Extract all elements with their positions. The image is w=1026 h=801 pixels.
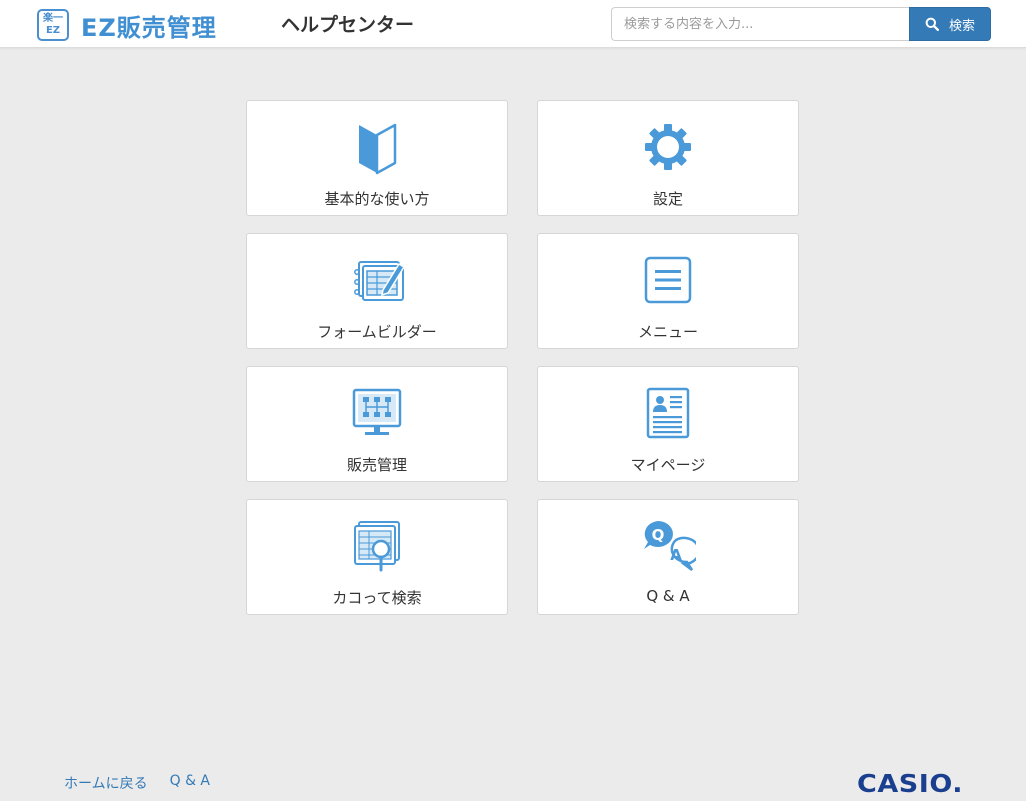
card-label: 設定: [652, 190, 683, 208]
svg-text:Q: Q: [652, 526, 665, 544]
card-label: 基本的な使い方: [324, 190, 430, 208]
search-button[interactable]: 検索: [909, 7, 991, 41]
footer-links: ホームに戻る Q & A: [64, 773, 210, 793]
gear-icon: [640, 119, 696, 175]
page-title: ヘルプセンター: [281, 14, 415, 36]
card-my-page[interactable]: マイページ: [537, 366, 799, 482]
search-input[interactable]: [611, 7, 909, 41]
card-menu[interactable]: メニュー: [537, 233, 799, 349]
profile-document-icon: [640, 385, 696, 441]
home-link[interactable]: ホームに戻る: [64, 773, 148, 793]
top-header: 楽一 EZ EZ販売管理 ヘルプセンター 検索: [0, 0, 1026, 48]
card-form-builder[interactable]: フォームビルダー: [246, 233, 508, 349]
logo-badge: 楽一 EZ: [37, 9, 69, 41]
card-label: Q & A: [646, 587, 690, 605]
beginner-mark-icon: [349, 119, 405, 175]
menu-icon: [640, 252, 696, 308]
app-logo[interactable]: 楽一 EZ EZ販売管理: [37, 7, 217, 43]
card-label: カコって検索: [332, 589, 422, 607]
search-icon: [925, 17, 939, 31]
qa-bubbles-icon: Q A: [640, 518, 696, 574]
svg-text:A: A: [670, 546, 682, 564]
qa-link[interactable]: Q & A: [170, 773, 210, 793]
card-settings[interactable]: 設定: [537, 100, 799, 216]
logo-text: EZ販売管理: [81, 13, 217, 42]
sales-monitor-icon: [349, 385, 405, 441]
logo-badge-top: 楽一: [43, 13, 63, 24]
card-qa[interactable]: Q A Q & A: [537, 499, 799, 615]
help-category-grid: 基本的な使い方 設定 フォームビルダー メニュー 販売管理 マイページ カコって…: [246, 100, 799, 615]
document-search-icon: [349, 518, 405, 574]
card-label: メニュー: [637, 323, 698, 341]
card-basic-usage[interactable]: 基本的な使い方: [246, 100, 508, 216]
casio-logo: CASIO.: [857, 769, 964, 798]
card-kakotte-search[interactable]: カコって検索: [246, 499, 508, 615]
card-label: マイページ: [630, 456, 706, 474]
logo-badge-bottom: EZ: [45, 25, 61, 36]
form-builder-icon: [349, 252, 405, 308]
card-label: 販売管理: [346, 456, 407, 474]
search-button-label: 検索: [948, 18, 975, 34]
card-sales-management[interactable]: 販売管理: [246, 366, 508, 482]
card-label: フォームビルダー: [317, 323, 437, 341]
